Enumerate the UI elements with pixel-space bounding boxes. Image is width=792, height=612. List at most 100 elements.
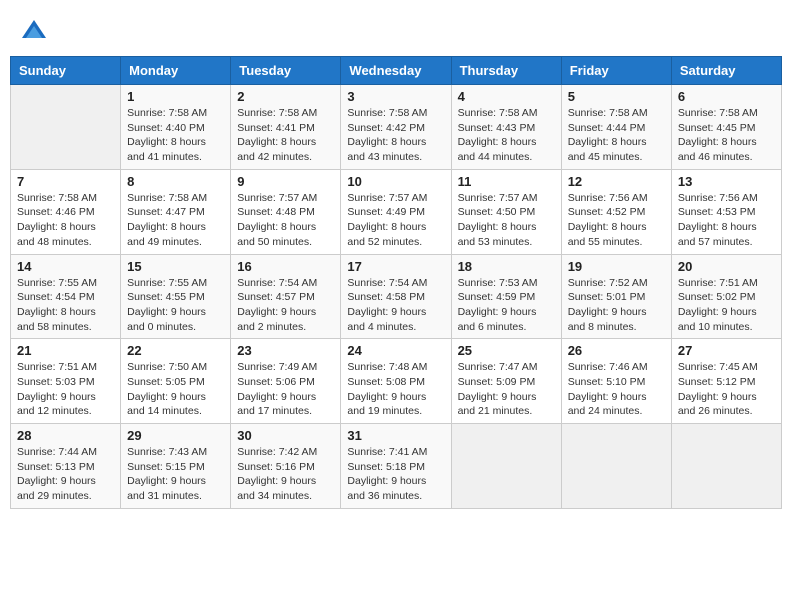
day-number: 27 (678, 343, 775, 358)
day-detail: Sunrise: 7:58 AMSunset: 4:42 PMDaylight:… (347, 106, 444, 165)
weekday-wednesday: Wednesday (341, 57, 451, 85)
day-cell: 28Sunrise: 7:44 AMSunset: 5:13 PMDayligh… (11, 424, 121, 509)
day-cell (451, 424, 561, 509)
day-number: 22 (127, 343, 224, 358)
day-number: 11 (458, 174, 555, 189)
day-number: 7 (17, 174, 114, 189)
week-row-1: 1 Sunrise: 7:58 AMSunset: 4:40 PMDaylight… (11, 85, 782, 170)
day-cell: 19 Sunrise: 7:52 AMSunset: 5:01 PMDayligh… (561, 254, 671, 339)
logo (20, 18, 52, 46)
day-number: 10 (347, 174, 444, 189)
day-detail: Sunrise: 7:57 AMSunset: 4:49 PMDaylight:… (347, 191, 444, 250)
day-detail: Sunrise: 7:51 AMSunset: 5:02 PMDaylight:… (678, 276, 775, 335)
page-header (10, 10, 782, 52)
logo-icon (20, 18, 48, 46)
day-detail: Sunrise: 7:41 AMSunset: 5:18 PMDaylight:… (347, 445, 444, 504)
day-detail: Sunrise: 7:54 AMSunset: 4:58 PMDaylight:… (347, 276, 444, 335)
day-cell (671, 424, 781, 509)
day-cell: 11 Sunrise: 7:57 AMSunset: 4:50 PMDayligh… (451, 169, 561, 254)
day-detail: Sunrise: 7:58 AMSunset: 4:43 PMDaylight:… (458, 106, 555, 165)
day-cell (561, 424, 671, 509)
day-detail: Sunrise: 7:56 AMSunset: 4:52 PMDaylight:… (568, 191, 665, 250)
weekday-thursday: Thursday (451, 57, 561, 85)
day-number: 24 (347, 343, 444, 358)
day-cell: 21 Sunrise: 7:51 AMSunset: 5:03 PMDayligh… (11, 339, 121, 424)
day-number: 16 (237, 259, 334, 274)
day-number: 5 (568, 89, 665, 104)
day-detail: Sunrise: 7:46 AMSunset: 5:10 PMDaylight:… (568, 360, 665, 419)
day-cell: 13Sunrise: 7:56 AMSunset: 4:53 PMDayligh… (671, 169, 781, 254)
day-number: 1 (127, 89, 224, 104)
day-number: 15 (127, 259, 224, 274)
day-cell: 23Sunrise: 7:49 AMSunset: 5:06 PMDayligh… (231, 339, 341, 424)
day-cell: 24 Sunrise: 7:48 AMSunset: 5:08 PMDayligh… (341, 339, 451, 424)
day-number: 17 (347, 259, 444, 274)
day-number: 6 (678, 89, 775, 104)
day-cell: 18 Sunrise: 7:53 AMSunset: 4:59 PMDayligh… (451, 254, 561, 339)
day-cell: 20 Sunrise: 7:51 AMSunset: 5:02 PMDayligh… (671, 254, 781, 339)
day-detail: Sunrise: 7:53 AMSunset: 4:59 PMDaylight:… (458, 276, 555, 335)
day-cell: 25 Sunrise: 7:47 AMSunset: 5:09 PMDayligh… (451, 339, 561, 424)
day-cell: 27 Sunrise: 7:45 AMSunset: 5:12 PMDayligh… (671, 339, 781, 424)
day-detail: Sunrise: 7:58 AMSunset: 4:41 PMDaylight:… (237, 106, 334, 165)
day-detail: Sunrise: 7:47 AMSunset: 5:09 PMDaylight:… (458, 360, 555, 419)
day-cell: 2 Sunrise: 7:58 AMSunset: 4:41 PMDaylight… (231, 85, 341, 170)
calendar-body: 1 Sunrise: 7:58 AMSunset: 4:40 PMDaylight… (11, 85, 782, 509)
weekday-monday: Monday (121, 57, 231, 85)
day-number: 9 (237, 174, 334, 189)
day-cell: 1 Sunrise: 7:58 AMSunset: 4:40 PMDaylight… (121, 85, 231, 170)
day-number: 12 (568, 174, 665, 189)
day-cell: 5Sunrise: 7:58 AMSunset: 4:44 PMDaylight… (561, 85, 671, 170)
day-cell: 22 Sunrise: 7:50 AMSunset: 5:05 PMDayligh… (121, 339, 231, 424)
weekday-row: SundayMondayTuesdayWednesdayThursdayFrid… (11, 57, 782, 85)
week-row-5: 28Sunrise: 7:44 AMSunset: 5:13 PMDayligh… (11, 424, 782, 509)
day-number: 14 (17, 259, 114, 274)
weekday-friday: Friday (561, 57, 671, 85)
day-cell: 17 Sunrise: 7:54 AMSunset: 4:58 PMDayligh… (341, 254, 451, 339)
day-cell: 14 Sunrise: 7:55 AMSunset: 4:54 PMDayligh… (11, 254, 121, 339)
day-number: 30 (237, 428, 334, 443)
day-detail: Sunrise: 7:58 AMSunset: 4:40 PMDaylight:… (127, 106, 224, 165)
weekday-sunday: Sunday (11, 57, 121, 85)
day-number: 25 (458, 343, 555, 358)
day-number: 13 (678, 174, 775, 189)
day-number: 29 (127, 428, 224, 443)
day-cell: 31Sunrise: 7:41 AMSunset: 5:18 PMDayligh… (341, 424, 451, 509)
day-number: 21 (17, 343, 114, 358)
day-detail: Sunrise: 7:45 AMSunset: 5:12 PMDaylight:… (678, 360, 775, 419)
day-detail: Sunrise: 7:54 AMSunset: 4:57 PMDaylight:… (237, 276, 334, 335)
day-cell: 4 Sunrise: 7:58 AMSunset: 4:43 PMDaylight… (451, 85, 561, 170)
week-row-2: 7 Sunrise: 7:58 AMSunset: 4:46 PMDaylight… (11, 169, 782, 254)
day-detail: Sunrise: 7:51 AMSunset: 5:03 PMDaylight:… (17, 360, 114, 419)
day-detail: Sunrise: 7:52 AMSunset: 5:01 PMDaylight:… (568, 276, 665, 335)
day-detail: Sunrise: 7:48 AMSunset: 5:08 PMDaylight:… (347, 360, 444, 419)
week-row-4: 21 Sunrise: 7:51 AMSunset: 5:03 PMDayligh… (11, 339, 782, 424)
day-cell: 7 Sunrise: 7:58 AMSunset: 4:46 PMDaylight… (11, 169, 121, 254)
weekday-saturday: Saturday (671, 57, 781, 85)
day-number: 20 (678, 259, 775, 274)
day-cell: 26 Sunrise: 7:46 AMSunset: 5:10 PMDayligh… (561, 339, 671, 424)
day-cell: 12 Sunrise: 7:56 AMSunset: 4:52 PMDayligh… (561, 169, 671, 254)
day-number: 26 (568, 343, 665, 358)
day-detail: Sunrise: 7:50 AMSunset: 5:05 PMDaylight:… (127, 360, 224, 419)
day-number: 19 (568, 259, 665, 274)
calendar-table: SundayMondayTuesdayWednesdayThursdayFrid… (10, 56, 782, 509)
day-cell: 9 Sunrise: 7:57 AMSunset: 4:48 PMDaylight… (231, 169, 341, 254)
day-detail: Sunrise: 7:58 AMSunset: 4:47 PMDaylight:… (127, 191, 224, 250)
day-detail: Sunrise: 7:57 AMSunset: 4:48 PMDaylight:… (237, 191, 334, 250)
day-detail: Sunrise: 7:42 AMSunset: 5:16 PMDaylight:… (237, 445, 334, 504)
calendar-header: SundayMondayTuesdayWednesdayThursdayFrid… (11, 57, 782, 85)
day-number: 4 (458, 89, 555, 104)
day-number: 18 (458, 259, 555, 274)
day-number: 2 (237, 89, 334, 104)
day-number: 28 (17, 428, 114, 443)
day-detail: Sunrise: 7:58 AMSunset: 4:46 PMDaylight:… (17, 191, 114, 250)
day-cell: 6Sunrise: 7:58 AMSunset: 4:45 PMDaylight… (671, 85, 781, 170)
day-cell: 8Sunrise: 7:58 AMSunset: 4:47 PMDaylight… (121, 169, 231, 254)
day-detail: Sunrise: 7:57 AMSunset: 4:50 PMDaylight:… (458, 191, 555, 250)
day-detail: Sunrise: 7:55 AMSunset: 4:54 PMDaylight:… (17, 276, 114, 335)
day-cell: 3Sunrise: 7:58 AMSunset: 4:42 PMDaylight… (341, 85, 451, 170)
day-cell: 30 Sunrise: 7:42 AMSunset: 5:16 PMDayligh… (231, 424, 341, 509)
day-cell: 29Sunrise: 7:43 AMSunset: 5:15 PMDayligh… (121, 424, 231, 509)
day-cell: 10 Sunrise: 7:57 AMSunset: 4:49 PMDayligh… (341, 169, 451, 254)
